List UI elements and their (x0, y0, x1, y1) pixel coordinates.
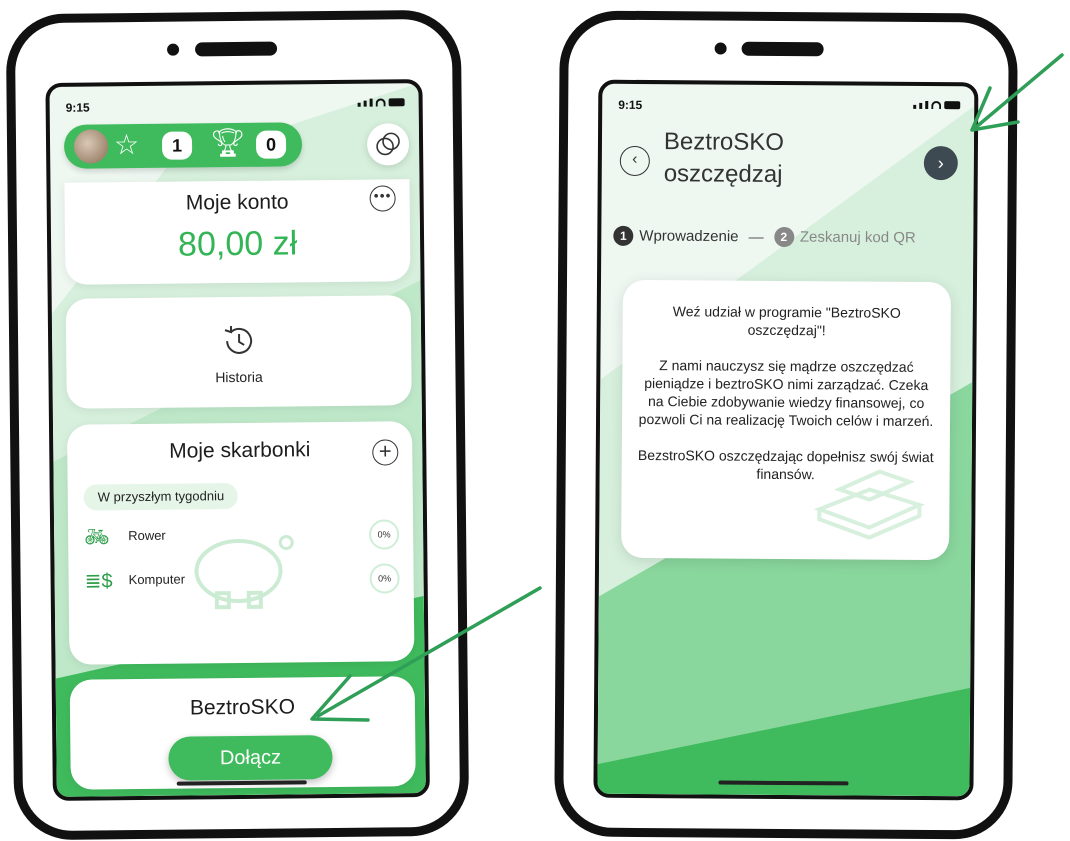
switch-account-icon (376, 132, 400, 156)
avatar[interactable] (73, 129, 109, 164)
status-icons (357, 98, 405, 107)
intro-paragraph-2: Z nami nauczysz się mądrze oszczędzać pi… (638, 357, 934, 430)
battery-icon (944, 101, 961, 110)
goal-percent: 0% (369, 563, 400, 594)
chevron-left-icon: ‹ (632, 150, 638, 168)
title-line-1: BeztroSKO (663, 128, 785, 156)
speaker-slot (194, 41, 278, 57)
intro-paragraph-3: BezstroSKO oszczędzając dopełnisz swój ś… (637, 446, 934, 483)
goal-row-rower[interactable]: 🚲︎ Rower 0% (82, 519, 400, 552)
step-indicator: 1 Wprowadzenie — 2 Zeskanuj kod QR (613, 225, 973, 253)
trophy-icon: 🏆︎ (209, 126, 246, 159)
step-separator: — (748, 228, 764, 246)
account-card[interactable]: Moje konto ••• 80,00 zł (64, 179, 411, 285)
status-icons (913, 100, 961, 110)
intro-paragraph-1: Weź udział w programie "BeztroSKO oszczę… (672, 303, 901, 339)
history-icon (224, 326, 252, 354)
goal-row-komputer[interactable]: ≣$ Komputer 0% (82, 563, 400, 596)
switch-account-button[interactable] (366, 123, 410, 166)
step-1-label: Wprowadzenie (639, 227, 739, 246)
savings-card[interactable]: Moje skarbonki + W przyszłym tygodniu 🚲︎… (66, 421, 415, 665)
week-tag: W przyszłym tygodniu (83, 482, 239, 511)
step-1-number: 1 (613, 225, 634, 246)
goal-percent: 0% (368, 519, 400, 550)
battery-icon (388, 98, 405, 107)
intro-card: Weź udział w programie "BeztroSKO oszczę… (621, 279, 952, 561)
speaker-slot (741, 41, 824, 57)
more-options-button[interactable]: ••• (369, 185, 396, 212)
star-icon: ☆ (113, 129, 140, 161)
back-button[interactable]: ‹ (619, 145, 650, 177)
beztrosko-title: BeztroSKO (189, 695, 296, 720)
app-screen-beztrosko-intro: 9:15 ‹ BeztroSKO oszczędzaj › 1 Wprowadze… (593, 79, 979, 801)
beztrosko-card: BeztroSKO Dołącz (69, 676, 416, 790)
status-bar: 9:15 (618, 97, 961, 116)
page-title: BeztroSKO oszczędzaj (664, 126, 834, 191)
stars-count: 1 (161, 131, 193, 160)
status-time: 9:15 (618, 97, 643, 112)
goal-name: Komputer (128, 571, 186, 588)
app-screen-dashboard: 9:15 ☆ 1 🏆︎ 0 Moje konto ••• 80,00 zł Hi… (45, 79, 430, 801)
intro-text: Weź udział w programie "BeztroSKO oszczę… (637, 302, 934, 502)
next-button[interactable]: › (923, 145, 958, 181)
savings-title: Moje skarbonki (169, 438, 311, 463)
camera-dot (167, 43, 180, 56)
account-balance: 80,00 zł (177, 224, 298, 264)
phone-frame-left: 9:15 ☆ 1 🏆︎ 0 Moje konto ••• 80,00 zł Hi… (5, 9, 470, 841)
wifi-icon (931, 101, 942, 110)
history-label: Historia (215, 368, 263, 386)
account-title: Moje konto (185, 190, 289, 215)
history-card[interactable]: Historia (65, 295, 412, 409)
wifi-icon (375, 98, 386, 107)
step-2-label: Zeskanuj kod QR (799, 228, 916, 247)
step-2-number: 2 (773, 226, 794, 248)
join-button[interactable]: Dołącz (168, 735, 333, 781)
title-line-2: oszczędzaj (663, 160, 783, 188)
money-stack-icon: ≣$ (84, 570, 113, 593)
add-piggybank-button[interactable]: + (372, 438, 399, 466)
bicycle-icon: 🚲︎ (84, 526, 110, 549)
chevron-right-icon: › (937, 153, 944, 174)
trophy-count: 0 (255, 130, 287, 159)
status-time: 9:15 (65, 100, 90, 115)
profile-achievements-bar[interactable]: ☆ 1 🏆︎ 0 (63, 122, 303, 169)
camera-dot (714, 42, 727, 55)
phone-frame-right: 9:15 ‹ BeztroSKO oszczędzaj › 1 Wprowadze… (554, 10, 1018, 840)
goal-name: Rower (128, 527, 166, 544)
